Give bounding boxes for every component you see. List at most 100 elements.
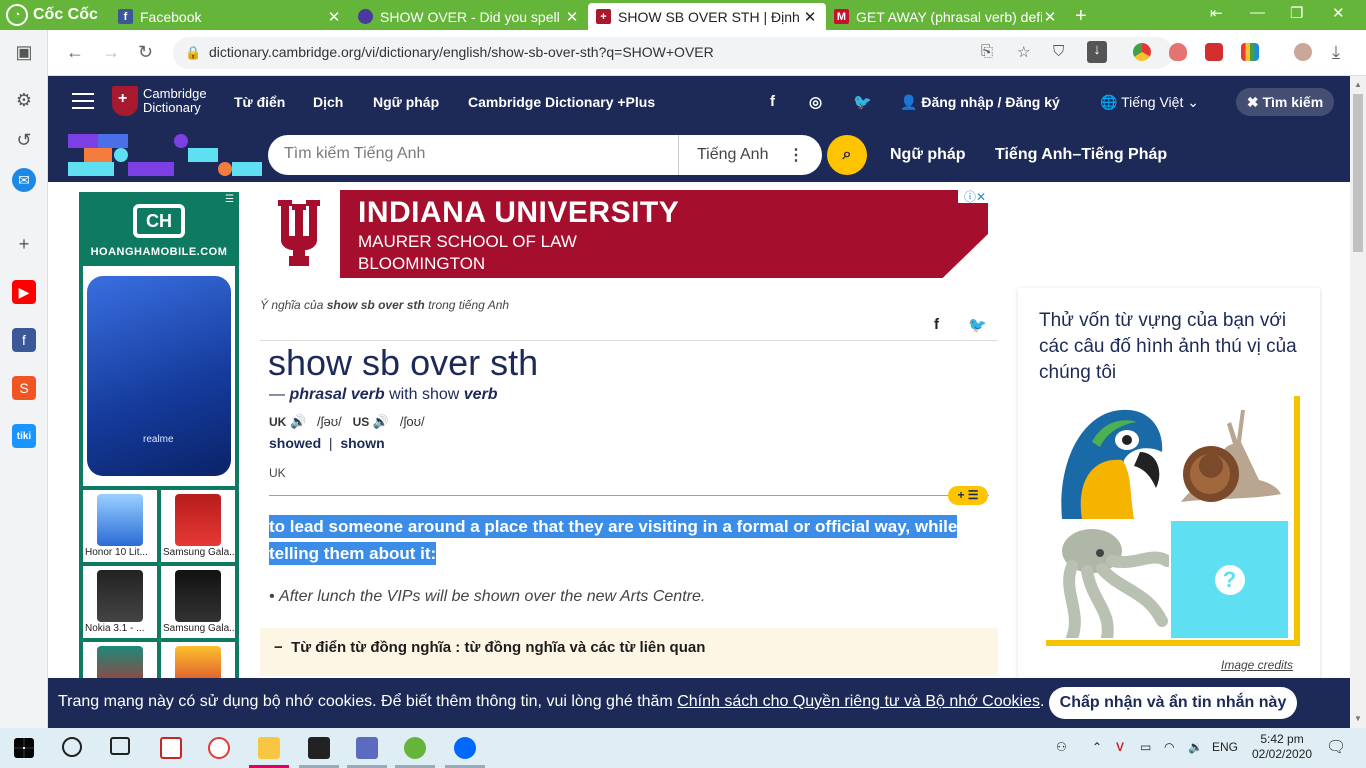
- avatar[interactable]: [1294, 43, 1312, 61]
- collapse-icon[interactable]: −: [274, 639, 291, 656]
- share-facebook-icon[interactable]: f: [934, 316, 939, 333]
- forward-icon[interactable]: →: [102, 42, 120, 63]
- sticky-notes-icon[interactable]: [308, 737, 330, 759]
- minimize-icon[interactable]: —: [1250, 4, 1265, 21]
- windows-start-icon[interactable]: [14, 738, 34, 758]
- octopus-image[interactable]: [1052, 521, 1169, 638]
- file-explorer-icon[interactable]: [258, 737, 280, 759]
- scroll-down-icon[interactable]: ▼: [1354, 714, 1362, 723]
- close-icon[interactable]: ✕: [1042, 8, 1058, 26]
- add-to-wordlist-button[interactable]: + ☰: [948, 486, 988, 505]
- ad-product[interactable]: Samsung Gala...: [161, 566, 235, 638]
- cookie-policy-link[interactable]: Chính sách cho Quyền riêng tư và Bộ nhớ …: [677, 693, 1040, 710]
- search-language-select[interactable]: Tiếng Anh ⋮: [678, 135, 822, 175]
- share-twitter-icon[interactable]: 🐦: [968, 316, 987, 334]
- window-close-icon[interactable]: ✕: [1332, 4, 1345, 22]
- indiana-banner-ad[interactable]: INDIANA UNIVERSITY MAURER SCHOOL OF LAW …: [260, 188, 988, 278]
- band-link-english-french[interactable]: Tiếng Anh–Tiếng Pháp: [995, 146, 1167, 164]
- search-toggle-button[interactable]: ✖ Tìm kiếm: [1236, 88, 1334, 116]
- youtube-icon[interactable]: ▶: [12, 280, 36, 304]
- downloads-icon[interactable]: ⤓: [1332, 42, 1340, 63]
- snail-image[interactable]: [1171, 402, 1288, 519]
- battery-icon[interactable]: ▭: [1140, 740, 1151, 754]
- tab-get-away[interactable]: M GET AWAY (phrasal verb) defi ✕: [826, 3, 1066, 30]
- translate-icon[interactable]: ⎘: [981, 43, 993, 60]
- instagram-icon[interactable]: ◎: [809, 93, 822, 111]
- ad-product[interactable]: Nokia 3.1 - ...: [83, 566, 157, 638]
- ad-choices-icon[interactable]: ⓘ✕: [958, 188, 988, 204]
- app-icon[interactable]: [160, 737, 182, 759]
- tab-menu-icon[interactable]: ⇤: [1210, 4, 1223, 22]
- scrollbar-thumb[interactable]: [1353, 94, 1363, 252]
- image-credits-link[interactable]: Image credits: [1221, 658, 1293, 672]
- download-icon[interactable]: ↓: [1087, 41, 1107, 63]
- clock[interactable]: 5:42 pm 02/02/2020: [1252, 732, 1312, 762]
- colorful-extension-icon[interactable]: [1241, 43, 1259, 61]
- tab-show-sb-over-sth[interactable]: + SHOW SB OVER STH | Định ng ✕: [588, 3, 826, 30]
- menu-icon[interactable]: [72, 93, 94, 109]
- ad-product[interactable]: Honor 10 Lit...: [83, 490, 157, 562]
- sidebar-toggle-icon[interactable]: ▣: [12, 40, 36, 64]
- cambridge-logo[interactable]: Cambridge Dictionary: [112, 86, 207, 116]
- ad-hero-phone[interactable]: realme: [83, 266, 235, 486]
- reload-icon[interactable]: ↻: [138, 42, 153, 63]
- facebook-icon[interactable]: f: [770, 93, 775, 110]
- new-tab-icon[interactable]: +: [1075, 5, 1087, 28]
- scroll-up-icon[interactable]: ▲: [1354, 80, 1362, 89]
- input-language[interactable]: ENG: [1212, 740, 1238, 754]
- zalo-icon[interactable]: [454, 737, 476, 759]
- page-scrollbar[interactable]: ▲ ▼: [1350, 76, 1366, 728]
- shield-icon[interactable]: ⛉: [1053, 43, 1064, 60]
- url-text[interactable]: dictionary.cambridge.org/vi/dictionary/e…: [209, 44, 714, 60]
- tab-facebook[interactable]: f Facebook ✕: [110, 3, 350, 30]
- nav-dictionary[interactable]: Từ điển: [234, 94, 285, 110]
- close-icon[interactable]: ✕: [802, 8, 818, 26]
- people-icon[interactable]: ⚇: [1056, 740, 1067, 754]
- nav-grammar[interactable]: Ngữ pháp: [373, 94, 439, 110]
- chevron-up-icon[interactable]: ⌃: [1092, 740, 1102, 754]
- us-audio-icon[interactable]: 🔊: [373, 414, 389, 429]
- gear-icon[interactable]: ⚙: [12, 88, 36, 112]
- app-icon[interactable]: [356, 737, 378, 759]
- history-icon[interactable]: ↺: [12, 128, 36, 152]
- coccoc-taskbar-icon[interactable]: [404, 737, 426, 759]
- add-icon[interactable]: +: [12, 232, 36, 256]
- maximize-icon[interactable]: ❐: [1290, 4, 1303, 22]
- pdf-extension-icon[interactable]: [1205, 43, 1223, 61]
- uk-audio-icon[interactable]: 🔊: [290, 414, 306, 429]
- app-icon[interactable]: [208, 737, 230, 759]
- tab-show-over[interactable]: SHOW OVER - Did you spell it ✕: [350, 3, 588, 30]
- messenger-icon[interactable]: ✉: [12, 168, 36, 192]
- close-icon[interactable]: ✕: [564, 8, 580, 26]
- back-icon[interactable]: ←: [66, 42, 84, 63]
- task-view-icon[interactable]: [110, 737, 130, 755]
- ad-menu-icon[interactable]: ☰: [225, 194, 234, 205]
- star-icon[interactable]: ☆: [1017, 43, 1030, 61]
- ad-product[interactable]: Samsung Gala...: [161, 490, 235, 562]
- notifications-icon[interactable]: 🗨: [1326, 737, 1346, 757]
- band-link-grammar[interactable]: Ngữ pháp: [890, 146, 966, 164]
- tiki-icon[interactable]: tiki: [12, 424, 36, 448]
- language-selector[interactable]: 🌐 Tiếng Việt ⌄: [1100, 94, 1199, 111]
- parrot-image[interactable]: [1052, 402, 1169, 519]
- adblock-icon[interactable]: [1169, 43, 1187, 61]
- wifi-icon[interactable]: ◠: [1164, 740, 1174, 754]
- v-tray-icon[interactable]: V: [1116, 740, 1124, 754]
- facebook-icon[interactable]: f: [12, 328, 36, 352]
- login-link[interactable]: 👤 Đăng nhập / Đăng ký: [900, 94, 1060, 111]
- accept-cookies-button[interactable]: Chấp nhận và ẩn tin nhắn này: [1049, 687, 1297, 719]
- thesaurus-section[interactable]: − Từ điển từ đồng nghĩa : từ đồng nghĩa …: [260, 628, 998, 676]
- search-input[interactable]: [284, 145, 664, 163]
- search-icon[interactable]: [62, 737, 82, 757]
- coccoc-brand[interactable]: ◔ Cốc Cốc: [6, 3, 98, 27]
- close-icon[interactable]: ✕: [326, 8, 342, 26]
- search-button[interactable]: ⌕: [827, 135, 867, 175]
- volume-icon[interactable]: 🔉: [1188, 740, 1203, 754]
- twitter-icon[interactable]: 🐦: [853, 93, 872, 111]
- nav-translate[interactable]: Dịch: [313, 94, 343, 110]
- chrome-extension-icon[interactable]: [1133, 43, 1151, 61]
- address-bar[interactable]: 🔒 dictionary.cambridge.org/vi/dictionary…: [173, 37, 1173, 69]
- mystery-tile[interactable]: ?: [1171, 521, 1288, 638]
- nav-plus[interactable]: Cambridge Dictionary +Plus: [468, 94, 655, 110]
- left-ad[interactable]: CH HOANGHAMOBILE.COM ☰ realme Honor 10 L…: [79, 192, 239, 728]
